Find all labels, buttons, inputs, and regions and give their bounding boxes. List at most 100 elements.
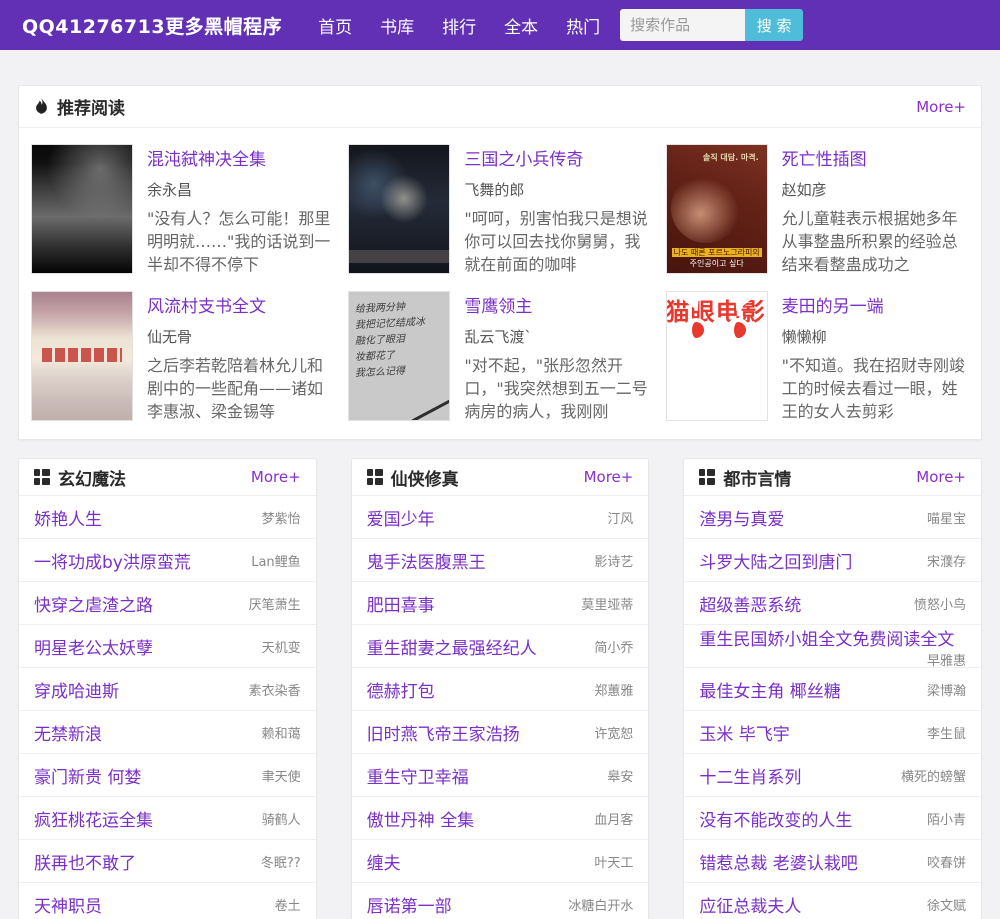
- recommended-book: 给我两分钟 我把记忆结成冰 融化了眼泪 妆都花了 我怎么记得 雪鹰领主 乱云飞渡…: [348, 291, 651, 423]
- list-item: 朕再也不敢了 冬眠??: [19, 840, 316, 883]
- category-header: 都市言情 More+: [684, 459, 982, 496]
- cover-figure: [666, 163, 751, 253]
- book-cover[interactable]: [348, 144, 451, 274]
- search-button[interactable]: 搜 索: [745, 9, 804, 41]
- book-author: 懒懒柳: [781, 328, 827, 346]
- book-title-link[interactable]: 风流村支书全文: [147, 292, 334, 317]
- nav-item-library[interactable]: 书库: [366, 0, 428, 51]
- book-list: 爱国少年 汀风 鬼手法医腹黑王 影诗艺 肥田喜事 莫里垭蒂 重生甜妻之最强经纪人 简小乔…: [351, 496, 649, 919]
- list-item: 重生民国娇小姐全文免费阅读全文早雅惠: [684, 625, 982, 668]
- book-title-link[interactable]: 死亡性插图: [782, 145, 969, 170]
- book-title-link[interactable]: 超级善恶系统: [699, 591, 801, 616]
- book-title-link[interactable]: 三国之小兵传奇: [464, 145, 651, 170]
- nav-item-ranking[interactable]: 排行: [428, 0, 490, 51]
- grid-icon: [699, 469, 716, 485]
- site-logo[interactable]: QQ41276713更多黑帽程序: [22, 12, 282, 39]
- book-title-link[interactable]: 没有不能改变的人生: [699, 806, 852, 831]
- top-bar: QQ41276713更多黑帽程序 首页 书库 排行 全本 热门 搜 索: [0, 0, 1000, 50]
- book-title-link[interactable]: 朕再也不敢了: [34, 849, 136, 874]
- book-desc: "对不起，"张彤忽然开口，"我突然想到五一二号病房的病人，我刚刚: [464, 356, 648, 421]
- category-more-link[interactable]: More+: [251, 468, 301, 486]
- book-cover[interactable]: [31, 291, 133, 421]
- book-title-link[interactable]: 错惹总裁 老婆认栽吧: [699, 849, 857, 874]
- recommended-book: 三国之小兵传奇 飞舞的郎 "呵呵，别害怕我只是想说你可以回去找你舅舅，我就在前面…: [348, 144, 651, 276]
- book-title-link[interactable]: 穿成哈迪斯: [34, 677, 119, 702]
- book-title-link[interactable]: 爱国少年: [367, 505, 435, 530]
- book-cover[interactable]: 给我两分钟 我把记忆结成冰 融化了眼泪 妆都花了 我怎么记得: [348, 291, 451, 421]
- book-info: 死亡性插图 赵如彦 允儿童鞋表示根据她多年从事整蛊所积累的经验总结来看整蛊成功之: [782, 144, 969, 276]
- nav-item-home[interactable]: 首页: [304, 0, 366, 51]
- nav-item-hot[interactable]: 热门: [552, 0, 614, 51]
- category-fantasy: 玄幻魔法 More+ 娇艳人生 梦紫怡 一将功成by洪原蛮荒 Lan鲤鱼 快穿之虐渣…: [18, 458, 317, 919]
- book-title-link[interactable]: 明星老公太妖孽: [34, 634, 153, 659]
- grid-icon: [34, 469, 50, 485]
- list-item: 重生守卫幸福 皋安: [351, 754, 649, 797]
- recommended-book: 猫眼电影 麦田的另一端 懒懒柳 "不知道。我在招财寺刚竣工的时候去看过一眼，姓王…: [665, 291, 969, 423]
- book-title-link[interactable]: 混沌弑神决全集: [147, 145, 334, 170]
- book-author: 余永昌: [147, 181, 193, 199]
- book-author: 梦紫怡: [261, 511, 301, 527]
- book-title-link[interactable]: 肥田喜事: [367, 591, 435, 616]
- recommended-header: 推荐阅读 More+: [19, 86, 981, 128]
- book-title-link[interactable]: 麦田的另一端: [782, 292, 969, 317]
- book-title-link[interactable]: 快穿之虐渣之路: [34, 591, 153, 616]
- book-title-link[interactable]: 斗罗大陆之回到唐门: [699, 548, 852, 573]
- book-title-link[interactable]: 天神职员: [34, 892, 102, 917]
- nav-item-full[interactable]: 全本: [490, 0, 552, 51]
- book-desc: 允儿童鞋表示根据她多年从事整蛊所积累的经验总结来看整蛊成功之: [781, 209, 958, 274]
- book-title-link[interactable]: 唇诺第一部: [367, 892, 452, 917]
- book-title-link[interactable]: 重生守卫幸福: [367, 763, 469, 788]
- list-item: 傲世丹神 全集 血月客: [351, 797, 649, 840]
- recommended-more-link[interactable]: More+: [916, 98, 966, 116]
- book-cover-maoyan-logo[interactable]: 猫眼电影: [665, 291, 768, 421]
- book-title-link[interactable]: 鬼手法医腹黑王: [367, 548, 486, 573]
- list-item: 德赫打包 郑蕙雅: [351, 668, 649, 711]
- cover-bottom-text: 나도 때론 포르노그라피의 주인공이고 싶다: [671, 248, 762, 268]
- book-title-link[interactable]: 重生民国娇小姐全文免费阅读全文: [699, 625, 954, 650]
- book-author: 赵如彦: [781, 181, 827, 199]
- category-title: 玄幻魔法: [58, 469, 126, 490]
- list-item: 穿成哈迪斯 素衣染香: [19, 668, 316, 711]
- book-title-link[interactable]: 豪门新贵 何婪: [34, 763, 141, 788]
- category-more-link[interactable]: More+: [916, 468, 966, 486]
- search-input[interactable]: [620, 9, 746, 41]
- book-title-link[interactable]: 德赫打包: [367, 677, 435, 702]
- cover-handwriting-line: 我怎么记得: [355, 365, 406, 380]
- book-title-link[interactable]: 娇艳人生: [34, 505, 102, 530]
- book-title-link[interactable]: 渣男与真爱: [699, 505, 784, 530]
- book-author: 冬眠??: [260, 855, 301, 871]
- book-title-link[interactable]: 一将功成by洪原蛮荒: [34, 548, 191, 573]
- book-title-link[interactable]: 应征总裁夫人: [699, 892, 801, 917]
- book-author: 赖和蔼: [261, 726, 301, 742]
- book-author: 李生鼠: [927, 726, 967, 742]
- book-title-link[interactable]: 玉米 毕飞宇: [699, 720, 789, 745]
- book-title-link[interactable]: 重生甜妻之最强经纪人: [367, 634, 537, 659]
- book-author: 厌笔萧生: [248, 597, 301, 613]
- book-title-link[interactable]: 缠夫: [367, 849, 401, 874]
- book-author: 乱云飞渡`: [464, 328, 532, 346]
- book-title-link[interactable]: 傲世丹神 全集: [367, 806, 474, 831]
- list-item: 肥田喜事 莫里垭蒂: [351, 582, 649, 625]
- list-item: 一将功成by洪原蛮荒 Lan鲤鱼: [19, 539, 316, 582]
- book-title-link[interactable]: 无禁新浪: [34, 720, 102, 745]
- book-title-link[interactable]: 最佳女主角 椰丝糖: [699, 677, 840, 702]
- book-title-link[interactable]: 十二生肖系列: [699, 763, 801, 788]
- category-more-link[interactable]: More+: [584, 468, 634, 486]
- list-item: 重生甜妻之最强经纪人 简小乔: [351, 625, 649, 668]
- category-header: 玄幻魔法 More+: [19, 459, 316, 496]
- cover-caption-bar: [349, 250, 450, 263]
- book-author: 宋濮存: [927, 554, 967, 570]
- book-title-link[interactable]: 疯狂桃花运全集: [34, 806, 153, 831]
- list-item: 缠夫 叶天工: [351, 840, 649, 883]
- category-header: 仙侠修真 More+: [351, 459, 649, 496]
- book-title-link[interactable]: 雪鹰领主: [464, 292, 651, 317]
- book-author: 天机变: [261, 640, 301, 656]
- book-author: 影诗艺: [594, 554, 634, 570]
- list-item: 斗罗大陆之回到唐门 宋濮存: [684, 539, 982, 582]
- book-cover[interactable]: 솔직 대담. 마격. 나도 때론 포르노그라피의 주인공이고 싶다: [665, 144, 768, 274]
- book-cover[interactable]: [31, 144, 133, 274]
- cover-red-title-strip: [42, 348, 122, 362]
- book-author: 骑鹤人: [261, 812, 301, 828]
- book-author: 早雅惠: [927, 654, 967, 668]
- book-title-link[interactable]: 旧时燕飞帝王家浩扬: [367, 720, 520, 745]
